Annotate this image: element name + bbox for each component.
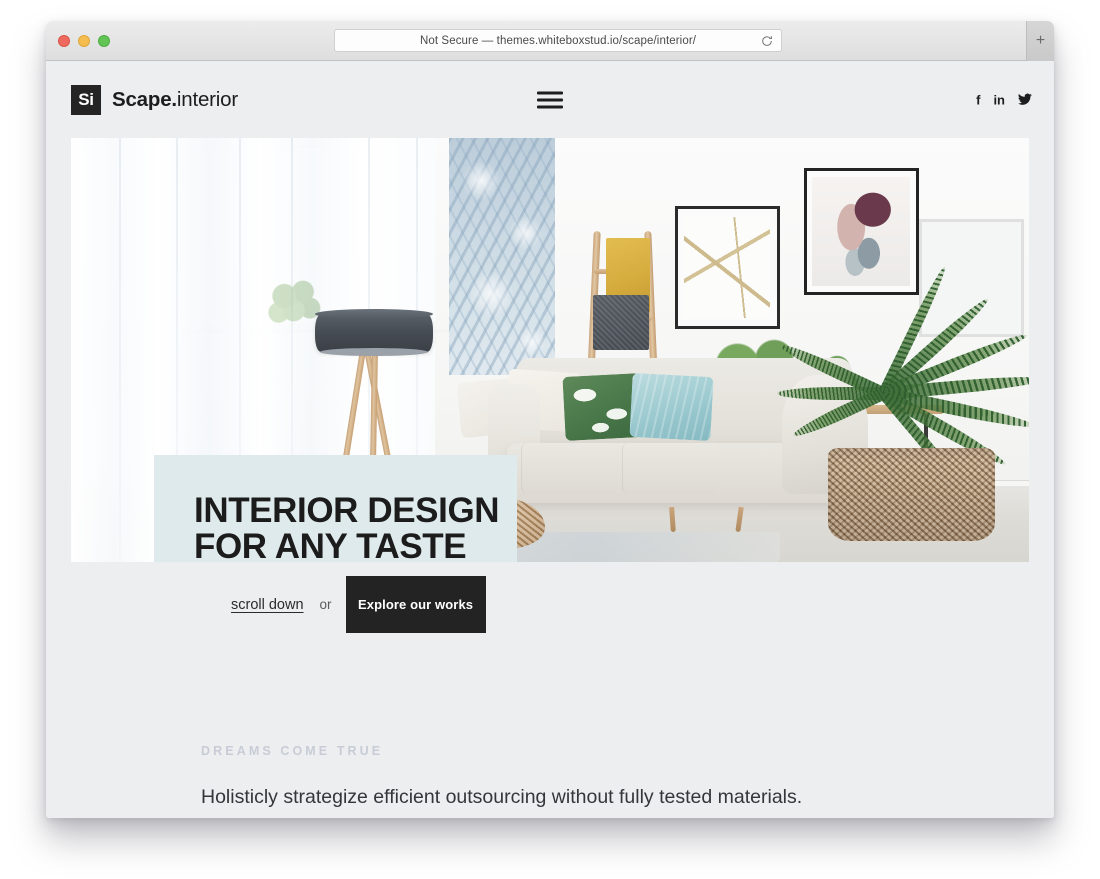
social-links: f in: [976, 93, 1032, 106]
logo-name-bold: Scape.: [112, 88, 177, 111]
site-header: Si Scape.interior f in: [46, 61, 1054, 138]
hero-caption-box: INTERIOR DESIGN FOR ANY TASTE: [154, 455, 517, 562]
logo-mark-icon: Si: [71, 85, 101, 115]
curtain-fold: [118, 138, 121, 562]
section-eyebrow: DREAMS COME TRUE: [201, 744, 384, 758]
browser-titlebar: Not Secure — themes.whiteboxstud.io/scap…: [46, 21, 1054, 61]
woven-basket: [827, 447, 996, 541]
hero-cta-row: scroll down or Explore our works: [231, 576, 486, 633]
hamburger-menu-icon[interactable]: [537, 91, 563, 108]
cta-separator-label: or: [319, 597, 332, 612]
maximize-window-button[interactable]: [98, 35, 110, 47]
hamburger-bar-3: [537, 105, 563, 108]
sofa-cushion: [521, 443, 618, 495]
teal-pillow: [629, 373, 715, 442]
browser-window: Not Secure — themes.whiteboxstud.io/scap…: [46, 21, 1054, 818]
window-controls: [58, 35, 110, 47]
scroll-down-link[interactable]: scroll down: [231, 597, 304, 613]
patterned-blue-curtain: [449, 138, 555, 376]
hero-image: INTERIOR DESIGN FOR ANY TASTE: [71, 138, 1029, 562]
minimize-window-button[interactable]: [78, 35, 90, 47]
url-text: Not Secure — themes.whiteboxstud.io/scap…: [419, 34, 697, 47]
hamburger-bar-2: [537, 98, 563, 101]
twitter-icon[interactable]: [1018, 93, 1032, 106]
lamp-shade: [315, 308, 434, 357]
logo-text: Scape.interior: [112, 88, 238, 112]
explore-our-works-button[interactable]: Explore our works: [345, 576, 486, 633]
hamburger-bar-1: [537, 91, 563, 94]
sofa-cushion: [621, 443, 718, 495]
site-logo[interactable]: Si Scape.interior: [71, 85, 238, 115]
facebook-icon[interactable]: f: [976, 93, 980, 106]
linkedin-icon[interactable]: in: [993, 93, 1005, 106]
page-viewport: Si Scape.interior f in INTERIOR DESIGN F…: [46, 61, 1054, 818]
close-window-button[interactable]: [58, 35, 70, 47]
section-paragraph: Holisticly strategize efficient outsourc…: [201, 786, 803, 818]
intro-section: DREAMS COME TRUE Holisticly strategize e…: [201, 744, 1014, 818]
grey-throw: [593, 294, 649, 350]
new-tab-button[interactable]: +: [1026, 21, 1054, 61]
page-title: INTERIOR DESIGN FOR ANY TASTE: [194, 490, 500, 562]
reload-icon[interactable]: [761, 35, 773, 47]
address-bar[interactable]: Not Secure — themes.whiteboxstud.io/scap…: [334, 29, 782, 52]
logo-name-light: interior: [176, 88, 238, 111]
